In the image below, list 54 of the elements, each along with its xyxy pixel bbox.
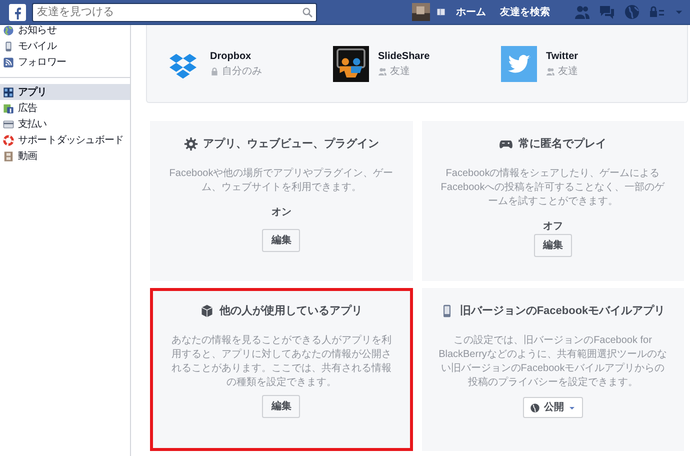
status-label: オフ xyxy=(542,220,563,234)
film-icon xyxy=(3,150,14,162)
sidebar-item[interactable]: モバイル xyxy=(0,38,130,54)
sidebar-item[interactable]: 動画 xyxy=(0,148,130,164)
payment-card-icon xyxy=(3,118,14,130)
app-name: Twitter xyxy=(546,50,578,64)
globe-icon xyxy=(530,402,540,412)
settings-icon xyxy=(184,137,198,152)
sidebar-item[interactable]: 広告 xyxy=(0,100,130,116)
messages-icon[interactable] xyxy=(599,4,615,20)
sidebar-item[interactable]: サポートダッシュボード xyxy=(0,132,130,148)
app-name: SlideShare xyxy=(378,50,430,64)
sidebar-item[interactable]: 支払い xyxy=(0,116,130,132)
lock-icon xyxy=(210,66,219,76)
audience-label: 友達 xyxy=(558,64,578,78)
card-description: この設定では、旧バージョンのFacebook for BlackBerryなどのように、共有範囲選択ツールのない旧バージョンのFacebookモバイルアプリからの投稿のプライバシーを設定できます。 xyxy=(438,334,667,390)
sidebar-item[interactable]: フォロワー xyxy=(0,54,130,70)
audience-label: 友達 xyxy=(390,64,410,78)
app-name: Dropbox xyxy=(210,50,252,64)
privacy-shortcuts-icon[interactable] xyxy=(649,4,665,20)
audience-label: 自分のみ xyxy=(222,64,262,78)
apps-icon xyxy=(3,86,14,98)
sidebar-item[interactable]: お知らせ xyxy=(0,22,130,38)
sidebar-item[interactable]: アプリ xyxy=(0,84,130,100)
ad-icon xyxy=(3,102,14,114)
avatar-icon[interactable] xyxy=(412,3,430,21)
card-title: アプリ、ウェブビュー、プラグイン xyxy=(203,136,379,152)
edit-button[interactable]: 編集 xyxy=(262,229,300,252)
globe-icon xyxy=(3,24,14,36)
search-icon[interactable] xyxy=(302,6,313,18)
friends-icon xyxy=(378,66,387,76)
phone-icon xyxy=(3,40,14,52)
audience-dropdown[interactable]: 公開 xyxy=(522,397,583,418)
card-description: あなたの情報を見ることができる人がアプリを利用すると、アプリに対してあなたの情報が公開されることがあります。ここでは、共有される情報の種類を設定できます。 xyxy=(170,334,392,390)
nav-link[interactable]: ホーム xyxy=(452,4,490,20)
globe-icon[interactable] xyxy=(624,4,640,20)
nav-link[interactable]: 友達を検索 xyxy=(496,4,554,20)
card-title: 旧バージョンのFacebookモバイルアプリ xyxy=(460,304,666,319)
card-title: 他の人が使用しているアプリ xyxy=(220,304,362,319)
presentation-icon xyxy=(333,46,369,82)
friends-icon[interactable] xyxy=(574,4,590,20)
logo-icon[interactable] xyxy=(12,6,24,20)
card-description: Facebookの情報をシェアしたり、ゲームによるFacebookへの投稿を許可することなく、一部のゲームを試すことができます。 xyxy=(440,166,666,208)
friends-icon xyxy=(546,66,555,76)
edit-button[interactable]: 編集 xyxy=(262,395,300,418)
status-label: オン xyxy=(271,206,292,220)
search-field[interactable]: 友達を見つける xyxy=(32,2,317,22)
edit-button[interactable]: 編集 xyxy=(534,234,572,256)
bird-icon xyxy=(501,46,537,82)
lifebuoy-icon xyxy=(3,134,14,146)
card-title: 常に匿名でプレイ xyxy=(518,136,606,152)
card-description: Facebookや他の場所でアプリやプラグイン、ゲーム、ウェブサイトを利用できます。 xyxy=(168,166,394,194)
cube-icon xyxy=(200,304,214,318)
feed-icon xyxy=(3,56,14,68)
